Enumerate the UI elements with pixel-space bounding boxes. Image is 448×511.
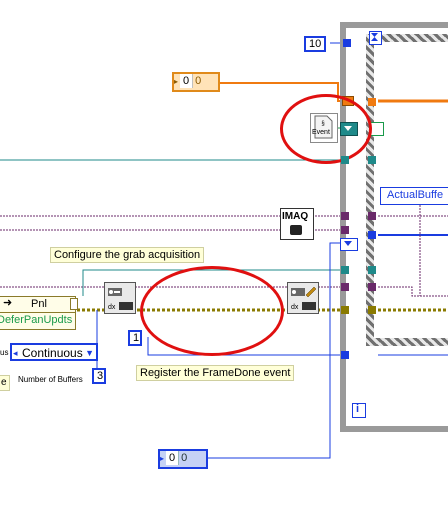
annotation-circle-middle [140,266,284,356]
blue-tunnel-bottom [341,351,349,359]
bottom-value: 0 [166,451,180,465]
acquisition-mode-ring[interactable]: ◂ Continuous ▼ [10,343,98,361]
register-framedone-vi[interactable]: dx [287,282,319,314]
purple-tunnel-1b [368,212,376,220]
property-node-class: Pnl [31,298,47,310]
configure-grab-label: Configure the grab acquisition [50,247,205,263]
property-node-terminal [70,298,78,310]
reference-arrow-icon: ➜ [3,297,13,309]
register-framedone-label: Register the FrameDone event [136,365,295,381]
configure-grab-vi[interactable]: dx [104,282,136,314]
yellow-tunnel-b [368,306,376,314]
event-reg-right-terminal [370,122,384,136]
imaq-session-node[interactable]: IMAQ [280,208,314,240]
left-edge-label: e [0,375,10,391]
number-of-buffers-label: Number of Buffers [18,375,83,384]
property-node-item[interactable]: DeferPanUpdts [0,313,75,329]
timeout-value: 0 [180,74,194,88]
bottom-numeric-control[interactable]: ▸ 0 0 [158,449,208,469]
annotation-circle-event [280,94,372,164]
loop-iteration-label: i [356,403,360,415]
timeout-type-badge: 0 [195,75,202,87]
ring-left-arrow-icon: ◂ [13,348,18,358]
timeout-control[interactable]: ▸ 0 0 [172,72,220,92]
purple-tunnel-3 [341,283,349,291]
ring-selected-value: Continuous [22,346,83,360]
panel-property-node[interactable]: ➜ Pnl DeferPanUpdts [0,296,76,330]
camera-config-icon: dx [108,288,133,311]
svg-text:dx: dx [108,304,116,311]
imaq-camera-icon [290,225,302,235]
purple-tunnel-1 [341,212,349,220]
loop-iteration-terminal: i [352,403,366,418]
purple-tunnel-3b [368,283,376,291]
camera-register-icon: dx [291,286,317,311]
loop-count-terminal [343,39,351,47]
ring-dropdown-icon[interactable]: ▼ [85,346,94,360]
teal-tunnel-1b [368,156,376,164]
actual-buffer-indicator: ActualBuffe [380,187,448,205]
imaq-node-label: IMAQ [282,211,309,222]
mode-ring-prefix: us [0,348,9,357]
blue-tunnel-right [368,231,376,239]
property-node-header: ➜ Pnl [0,297,75,313]
teal-tunnel-1 [341,156,349,164]
property-node-property: DeferPanUpdts [0,314,73,326]
event-data-terminal [368,98,376,106]
event-reg-terminal [340,238,358,251]
number-of-buffers-constant[interactable]: 3 [92,368,106,384]
loop-count-constant[interactable]: 10 [304,36,326,52]
yellow-tunnel [341,306,349,314]
actual-buffer-label: ActualBuffe [387,189,444,201]
purple-tunnel-2 [341,226,349,234]
bottom-type-badge: 0 [181,452,188,464]
register-constant[interactable]: 1 [128,330,142,346]
teal-tunnel-2b [368,266,376,274]
teal-tunnel-2 [341,266,349,274]
timeout-hourglass-icon [369,31,382,45]
svg-text:dx: dx [291,304,299,311]
